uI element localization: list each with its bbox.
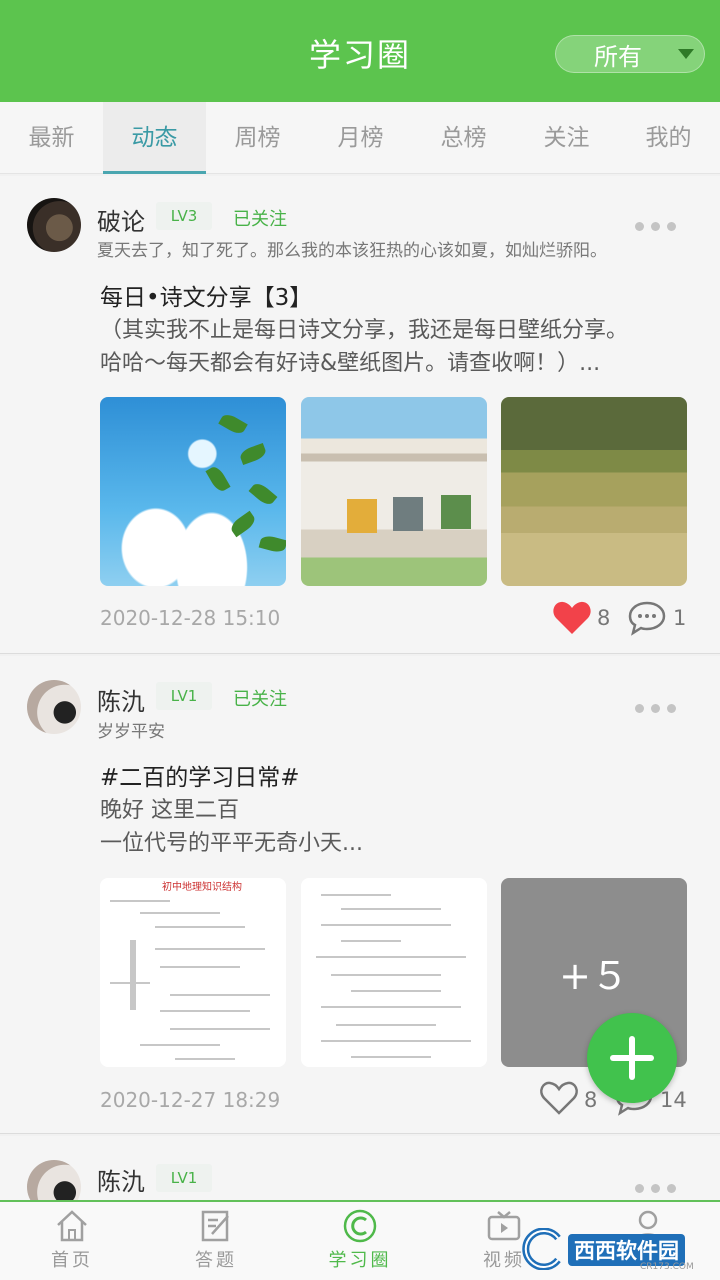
user-signature: 夏天去了，知了死了。那么我的本该狂热的心该如夏，如灿烂骄阳。 xyxy=(97,241,607,261)
post-body[interactable]: （其实我不止是每日诗文分享，我还是每日壁纸分享。 哈哈～每天都会有好诗&壁纸图片… xyxy=(100,314,700,380)
more-options-icon[interactable] xyxy=(635,704,677,714)
nav-label: 首页 xyxy=(51,1250,93,1271)
heart-icon[interactable] xyxy=(539,1080,579,1116)
more-options-icon[interactable] xyxy=(635,222,677,232)
post-body[interactable]: 晚好 这里二百 一位代号的平平无奇小天... xyxy=(100,794,700,860)
avatar[interactable] xyxy=(27,680,81,734)
tab-bar: 最新 动态 周榜 月榜 总榜 关注 我的 xyxy=(0,102,720,174)
post-image[interactable]: 初中地理知识结构 xyxy=(100,878,286,1067)
watermark-logo: 西西软件园 CR173.COM xyxy=(520,1228,700,1272)
level-badge: LV1 xyxy=(156,682,212,710)
tab-monthly[interactable]: 月榜 xyxy=(309,102,412,174)
comment-icon[interactable] xyxy=(627,600,667,636)
filter-dropdown[interactable]: 所有 xyxy=(555,35,705,73)
follow-status[interactable]: 已关注 xyxy=(233,205,287,231)
post-image[interactable] xyxy=(301,878,487,1067)
tab-weekly[interactable]: 周榜 xyxy=(206,102,309,174)
image-caption: 初中地理知识结构 xyxy=(162,882,242,893)
user-signature: 岁岁平安 xyxy=(97,722,165,742)
post-image[interactable] xyxy=(501,397,687,586)
username[interactable]: 陈氿 xyxy=(97,1162,145,1197)
add-post-button[interactable] xyxy=(587,1013,677,1103)
more-options-icon[interactable] xyxy=(635,1184,677,1194)
tab-following[interactable]: 关注 xyxy=(515,102,618,174)
post-image[interactable] xyxy=(301,397,487,586)
post-title[interactable]: #二百的学习日常# xyxy=(100,758,300,792)
like-count: 8 xyxy=(584,1088,598,1112)
nav-circle[interactable]: 学习圈 xyxy=(288,1202,432,1280)
post-card[interactable]: 破论 LV3 已关注 夏天去了，知了死了。那么我的本该狂热的心该如夏，如灿烂骄阳… xyxy=(0,176,720,654)
level-badge: LV1 xyxy=(156,1164,212,1192)
watermark-c-icon xyxy=(522,1228,561,1270)
post-time: 2020-12-27 18:29 xyxy=(100,1088,281,1112)
username[interactable]: 陈氿 xyxy=(97,682,145,717)
level-badge: LV3 xyxy=(156,202,212,230)
chevron-down-icon xyxy=(678,49,694,59)
watermark-sub: CR173.COM xyxy=(640,1262,694,1272)
post-time: 2020-12-28 15:10 xyxy=(100,606,281,630)
comment-count: 14 xyxy=(660,1088,687,1112)
tv-icon xyxy=(487,1211,521,1241)
post-image[interactable] xyxy=(100,397,286,586)
top-bar: 学习圈 所有 xyxy=(0,0,720,102)
nav-label: 答题 xyxy=(195,1250,237,1271)
like-count: 8 xyxy=(597,606,611,630)
tab-latest[interactable]: 最新 xyxy=(0,102,103,174)
comment-count: 1 xyxy=(673,606,687,630)
tab-activity[interactable]: 动态 xyxy=(103,102,206,174)
tab-mine[interactable]: 我的 xyxy=(617,102,720,174)
nav-label: 学习圈 xyxy=(328,1250,392,1271)
tab-overall[interactable]: 总榜 xyxy=(412,102,515,174)
nav-quiz[interactable]: 答题 xyxy=(144,1202,288,1280)
post-title[interactable]: 每日•诗文分享【3】 xyxy=(100,278,312,312)
avatar[interactable] xyxy=(27,198,81,252)
edit-icon xyxy=(201,1210,229,1242)
nav-home[interactable]: 首页 xyxy=(0,1202,144,1280)
heart-filled-icon[interactable] xyxy=(552,600,592,636)
circle-icon xyxy=(343,1209,377,1243)
post-card[interactable]: 陈氿 LV1 xyxy=(0,1136,720,1214)
follow-status[interactable]: 已关注 xyxy=(233,685,287,711)
home-icon xyxy=(57,1210,87,1242)
filter-label: 所有 xyxy=(594,42,642,71)
username[interactable]: 破论 xyxy=(97,202,145,237)
